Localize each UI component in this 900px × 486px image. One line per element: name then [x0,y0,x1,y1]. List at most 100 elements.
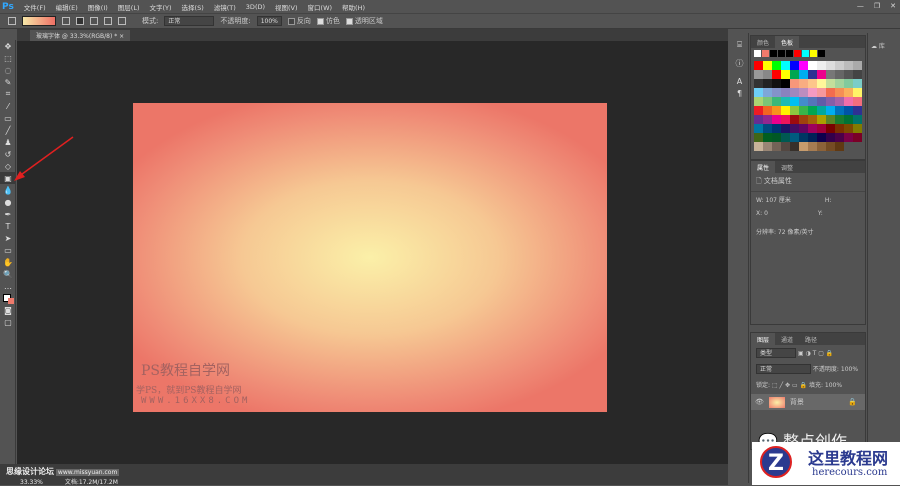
document-tab[interactable]: 玻璃字体 @ 33.3%(RGB/8) * × [30,30,131,41]
tab-adjustments[interactable]: 调整 [775,161,799,173]
swatch[interactable] [808,106,817,115]
swatch[interactable] [835,79,844,88]
swatch[interactable] [808,61,817,70]
menu-select[interactable]: 选择(S) [177,2,209,12]
menu-help[interactable]: 帮助(H) [337,2,370,12]
hand-tool-icon[interactable]: ✋ [0,256,16,268]
character-icon[interactable]: A [731,75,748,87]
healing-tool-icon[interactable]: ▭ [0,112,16,124]
swatch[interactable] [763,124,772,133]
layer-filter-select[interactable]: 类型 [756,348,796,358]
swatch[interactable] [754,124,763,133]
layer-opacity[interactable]: 100% [841,366,858,373]
swatch[interactable] [817,88,826,97]
swatch[interactable] [799,106,808,115]
swatch[interactable] [790,124,799,133]
menu-file[interactable]: 文件(F) [19,2,51,12]
swatch[interactable] [817,115,826,124]
swatch[interactable] [754,70,763,79]
swatch[interactable] [763,106,772,115]
swatch[interactable] [853,133,862,142]
swatch[interactable] [808,115,817,124]
swatch[interactable] [754,61,763,70]
tab-channels[interactable]: 通道 [775,333,799,345]
swatch[interactable] [853,88,862,97]
swatch[interactable] [790,142,799,151]
swatch[interactable] [799,133,808,142]
swatch[interactable] [826,142,835,151]
swatch[interactable] [763,133,772,142]
swatch[interactable] [853,97,862,106]
swatch[interactable] [781,79,790,88]
document-canvas[interactable]: PS教程自学网 学PS，就到PS教程自学网 WWW.16XX8.COM [133,103,607,412]
swatch[interactable] [790,133,799,142]
tab-paths[interactable]: 路径 [799,333,823,345]
swatch[interactable] [763,142,772,151]
swatch[interactable] [826,124,835,133]
shape-tool-icon[interactable]: ▭ [0,244,16,256]
swatch[interactable] [853,79,862,88]
tab-close-icon[interactable]: × [119,33,124,40]
transparency-checkbox[interactable]: 透明区域 [345,16,383,26]
swatch[interactable] [844,133,853,142]
swatch[interactable] [853,106,862,115]
swatch[interactable] [844,115,853,124]
swatch[interactable] [844,97,853,106]
swatch[interactable] [808,88,817,97]
swatch[interactable] [754,97,763,106]
dither-checkbox[interactable]: 仿色 [316,16,340,26]
menu-image[interactable]: 图像(I) [83,2,113,12]
swatch[interactable] [790,115,799,124]
lasso-tool-icon[interactable]: ◌ [0,64,16,76]
crop-tool-icon[interactable]: ⌗ [0,88,16,100]
diamond-gradient-button[interactable] [118,17,126,25]
swatch[interactable] [826,106,835,115]
swatch[interactable] [853,124,862,133]
swatch[interactable] [790,70,799,79]
swatch[interactable] [763,97,772,106]
swatch[interactable] [817,142,826,151]
swatch[interactable] [754,142,763,151]
swatch[interactable] [799,115,808,124]
swatch[interactable] [772,133,781,142]
swatch[interactable] [763,79,772,88]
swatch[interactable] [808,124,817,133]
swatch[interactable] [835,61,844,70]
menu-filter[interactable]: 滤镜(T) [209,2,241,12]
swatch[interactable] [808,142,817,151]
tool-preset-icon[interactable] [8,17,16,25]
pen-tool-icon[interactable]: ✒ [0,208,16,220]
swatch[interactable] [808,70,817,79]
quick-mask-icon[interactable]: ◙ [0,304,16,316]
swatch[interactable] [781,133,790,142]
swatch[interactable] [799,124,808,133]
swatch[interactable] [799,79,808,88]
mode-select[interactable]: 正常 [164,16,215,26]
swatch[interactable] [835,106,844,115]
swatch[interactable] [844,106,853,115]
swatch[interactable] [763,61,772,70]
swatch[interactable] [826,133,835,142]
swatch[interactable] [772,106,781,115]
screen-mode-icon[interactable]: ▢ [0,316,16,328]
swatch[interactable] [790,106,799,115]
swatch[interactable] [835,133,844,142]
eyedropper-tool-icon[interactable]: ⁄ [0,100,16,112]
swatch[interactable] [763,115,772,124]
swatch[interactable] [754,106,763,115]
visibility-eye-icon[interactable]: 👁 [755,398,764,406]
type-tool-icon[interactable]: T [0,220,16,232]
color-swatch-icon[interactable] [0,292,16,304]
swatch[interactable] [754,88,763,97]
swatch[interactable] [790,61,799,70]
blend-mode-select[interactable]: 正常 [756,364,811,374]
swatch[interactable] [835,124,844,133]
swatch[interactable] [844,79,853,88]
reverse-checkbox[interactable]: 反向 [287,16,311,26]
swatch[interactable] [817,97,826,106]
swatch[interactable] [826,115,835,124]
layer-row-background[interactable]: 👁 背景 🔒 [751,394,865,410]
swatch[interactable] [799,70,808,79]
reflected-gradient-button[interactable] [104,17,112,25]
swatch[interactable] [754,115,763,124]
